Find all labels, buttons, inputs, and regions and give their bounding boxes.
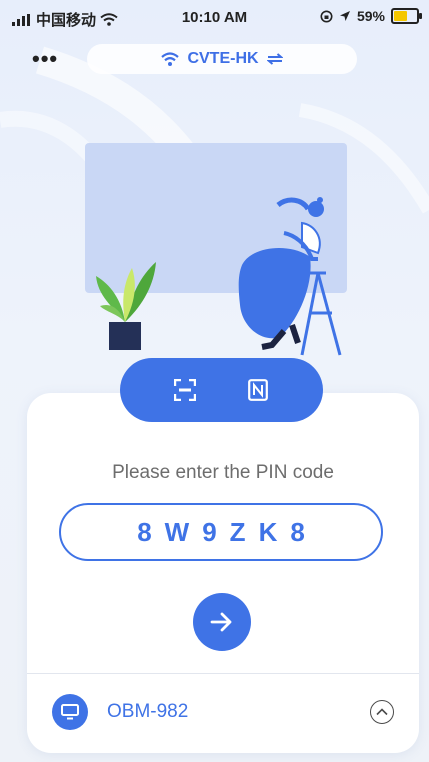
nfc-icon [248, 379, 269, 401]
more-menu-button[interactable]: ••• [32, 46, 58, 72]
location-icon [339, 11, 350, 21]
pin-card: Please enter the PIN code 8 W 9 Z K 8 OB… [27, 393, 419, 753]
wifi-icon [161, 52, 180, 66]
scan-button[interactable] [167, 372, 203, 408]
nfc-button[interactable] [240, 372, 276, 408]
pin-char: 8 [290, 516, 305, 547]
battery-icon [391, 8, 422, 24]
pin-char: Z [229, 516, 246, 547]
status-bar: 中国移动 10:10 AM 59% [0, 0, 429, 34]
orientation-lock-icon [320, 10, 333, 22]
device-row[interactable]: OBM-982 [27, 681, 419, 745]
scan-icon [173, 379, 196, 401]
expand-device-button[interactable] [370, 700, 394, 724]
device-name: OBM-982 [107, 701, 189, 722]
pin-label: Please enter the PIN code [112, 462, 334, 483]
pin-char: W [164, 516, 190, 547]
pin-char: 8 [137, 516, 152, 547]
wifi-name: CVTE-HK [187, 50, 259, 67]
submit-pin-button[interactable] [193, 593, 251, 651]
illustration-person [238, 197, 342, 356]
connect-method-bar [120, 358, 323, 422]
illustration-plant [96, 262, 156, 350]
switch-network-icon [266, 53, 283, 65]
wifi-network-pill[interactable]: CVTE-HK [87, 44, 357, 74]
chevron-up-icon [376, 708, 388, 716]
pin-input[interactable]: 8 W 9 Z K 8 [59, 503, 383, 561]
arrow-right-icon [210, 612, 232, 632]
status-right-group: 59% [320, 8, 422, 24]
pin-char: K [258, 516, 278, 547]
pin-char: 9 [202, 516, 217, 547]
monitor-icon [52, 694, 88, 730]
battery-percent: 59% [356, 8, 385, 24]
card-divider [27, 673, 419, 674]
